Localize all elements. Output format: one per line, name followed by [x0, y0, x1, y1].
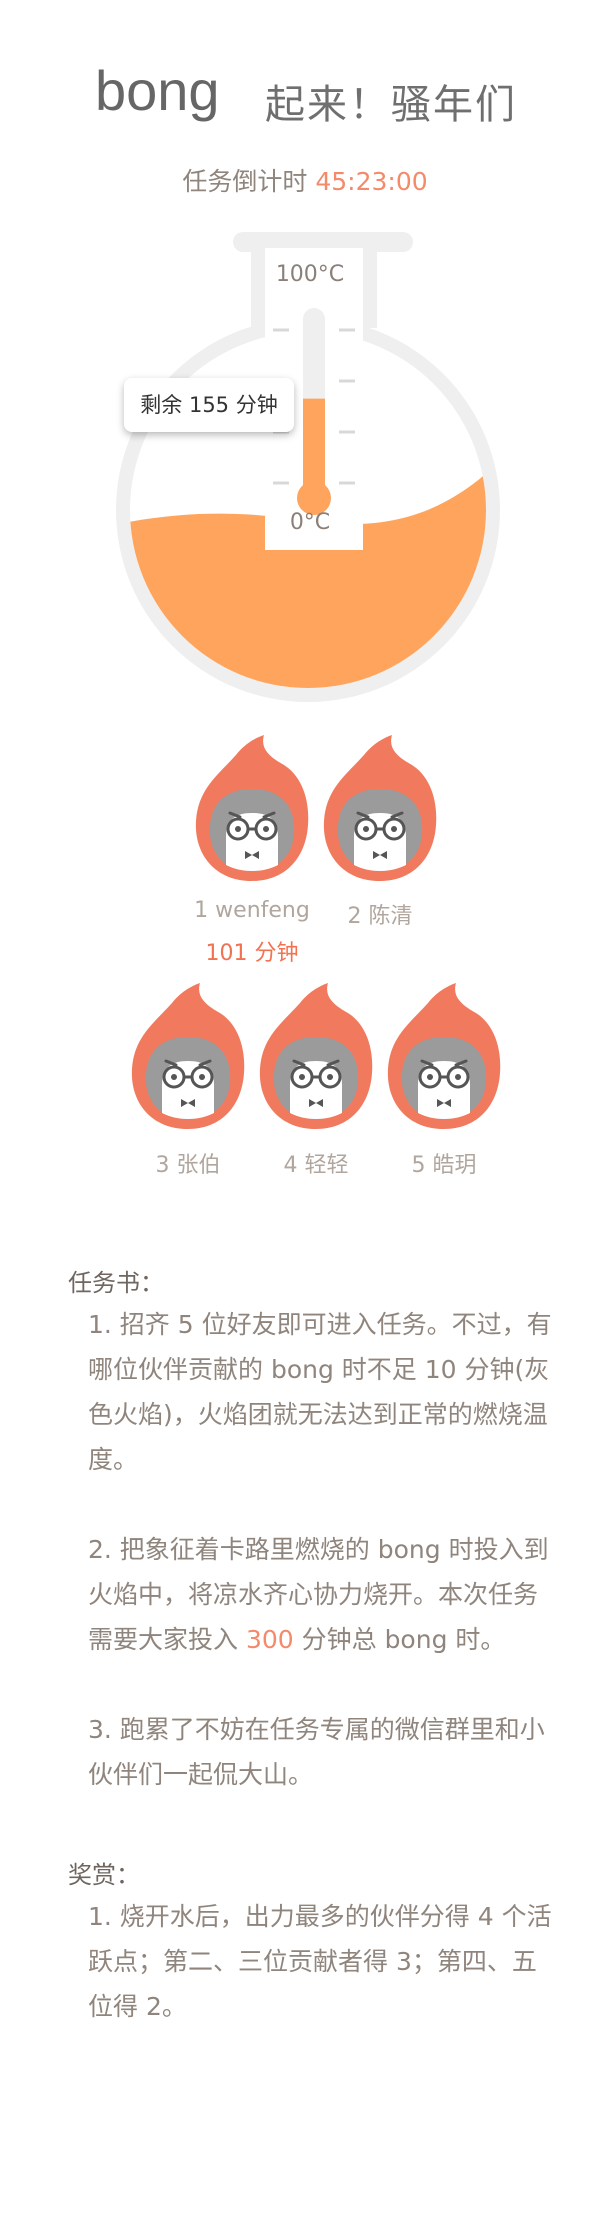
mission-title: 任务书：: [68, 1269, 164, 1297]
countdown-time: 45:23:00: [315, 167, 428, 196]
remaining-time-tag: 剩余 155 分钟: [124, 378, 294, 432]
member-avatar-3: [128, 983, 268, 1143]
bong-logo: bong: [95, 62, 220, 122]
page-title: 起来！骚年们: [265, 82, 517, 128]
countdown-label: 任务倒计时: [182, 167, 308, 196]
mission-p2-tail: 分钟总 bong 时。: [293, 1625, 506, 1654]
member-avatar-2: [320, 735, 460, 895]
flask-thermometer: [116, 232, 500, 702]
mission-paragraph-1: 1. 招齐 5 位好友即可进入任务。不过，有哪位伙伴贡献的 bong 时不足 1…: [88, 1310, 552, 1474]
member-1-minutes: 101 分钟: [205, 941, 299, 966]
member-name-2: 2 陈清: [347, 904, 413, 929]
member-avatar-4: [256, 983, 396, 1143]
flame-avatar-icon: [387, 983, 501, 1129]
mission-paragraph-3: 3. 跑累了不妨在任务专属的微信群里和小伙伴们一起侃大山。: [88, 1715, 545, 1789]
reward-title: 奖赏：: [68, 1861, 140, 1889]
svg-text:bong: bong: [95, 62, 220, 122]
flame-avatar-icon: [195, 735, 309, 881]
mission-total-minutes: 300: [245, 1625, 294, 1654]
countdown: 任务倒计时 45:23:00: [0, 162, 610, 198]
flame-avatar-icon: [323, 735, 437, 881]
temp-max-label: 100°C: [275, 262, 345, 287]
member-name-5: 5 皓玥: [411, 1153, 477, 1178]
member-avatar-1: [192, 735, 332, 895]
flame-avatar-icon: [131, 983, 245, 1129]
flame-avatar-icon: [259, 983, 373, 1129]
mission-paragraph-2: 2. 把象征着卡路里燃烧的 bong 时投入到火焰中，将凉水齐心协力烧开。本次任…: [88, 1527, 558, 1662]
member-avatar-5: [384, 983, 524, 1143]
reward-paragraph-1: 1. 烧开水后，出力最多的伙伴分得 4 个活跃点；第二、三位贡献者得 3；第四、…: [88, 1902, 552, 2021]
temp-min-label: 0°C: [289, 510, 331, 535]
